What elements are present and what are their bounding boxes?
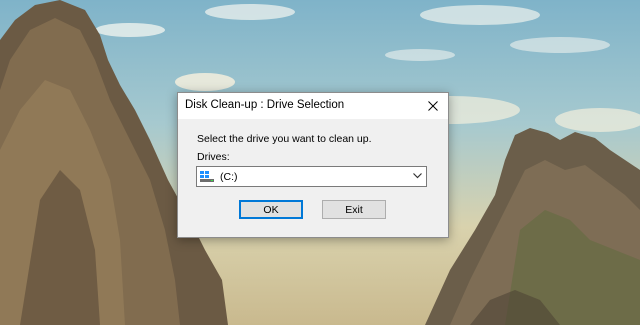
hard-drive-icon: [200, 171, 214, 182]
chevron-down-icon: [413, 173, 422, 179]
dialog-title: Disk Clean-up : Drive Selection: [185, 99, 345, 111]
exit-button[interactable]: Exit: [322, 200, 386, 219]
drives-label: Drives:: [197, 151, 230, 163]
close-button[interactable]: [418, 93, 448, 119]
drive-selection-dialog: Disk Clean-up : Drive Selection Select t…: [177, 92, 449, 238]
instruction-text: Select the drive you want to clean up.: [197, 133, 372, 145]
ok-button[interactable]: OK: [239, 200, 303, 219]
drive-select[interactable]: (C:): [196, 166, 427, 187]
selected-drive: (C:): [220, 171, 238, 183]
dialog-body: Select the drive you want to clean up. D…: [178, 119, 448, 237]
close-icon: [428, 101, 438, 111]
title-bar[interactable]: Disk Clean-up : Drive Selection: [178, 93, 448, 119]
